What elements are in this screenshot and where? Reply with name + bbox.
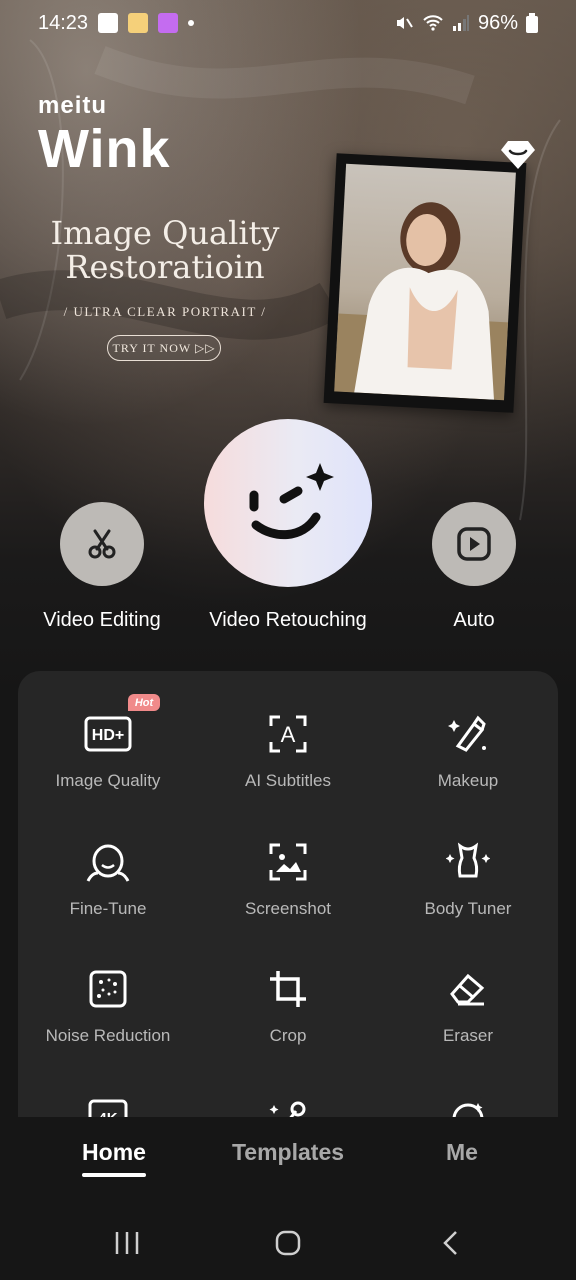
lipstick-icon bbox=[444, 713, 492, 755]
promo-subtitle: / ULTRA CLEAR PORTRAIT / bbox=[63, 304, 267, 319]
battery-percent: 96% bbox=[477, 11, 518, 34]
video-editing-label: Video Editing bbox=[43, 609, 161, 631]
video-editing-button[interactable] bbox=[60, 502, 144, 586]
tool-crop[interactable]: Crop bbox=[198, 926, 378, 1046]
eraser-icon bbox=[444, 968, 492, 1010]
promo-title-line2: Restoratioin bbox=[65, 248, 265, 286]
magic-brush-icon bbox=[264, 1096, 312, 1117]
mute-icon bbox=[396, 17, 413, 29]
screenshot-icon bbox=[264, 841, 312, 883]
video-retouching-button[interactable] bbox=[204, 419, 372, 587]
tool-label: Noise Reduction bbox=[45, 1026, 171, 1045]
tool-label: Body Tuner bbox=[424, 899, 512, 918]
try-it-now-button[interactable]: TRY IT NOW ▷▷ bbox=[107, 335, 221, 361]
auto-button[interactable] bbox=[432, 502, 516, 586]
hot-badge: Hot bbox=[128, 694, 160, 711]
system-navigation-bar bbox=[0, 1207, 576, 1280]
home-icon[interactable] bbox=[275, 1229, 301, 1257]
active-tab-indicator bbox=[82, 1173, 146, 1177]
svg-text:4K: 4K bbox=[98, 1110, 117, 1117]
tool-ai-subtitles[interactable]: A AI Subtitles bbox=[198, 671, 378, 791]
tool-eraser[interactable]: Eraser bbox=[378, 926, 558, 1046]
noise-icon bbox=[84, 968, 132, 1010]
more-notifications-icon bbox=[188, 20, 195, 26]
tool-label: AI Subtitles bbox=[245, 771, 331, 790]
battery-icon bbox=[526, 13, 538, 33]
tool-makeup[interactable]: Makeup bbox=[378, 671, 558, 791]
promo-title-line1: Image Quality bbox=[50, 214, 280, 252]
4k-icon: 4K bbox=[84, 1096, 132, 1117]
tools-panel: Hot HD+ Image Quality A AI Subtitles Mak… bbox=[18, 671, 558, 1117]
refresh-sparkle-icon bbox=[444, 1096, 492, 1117]
tool-auto-enhance[interactable] bbox=[378, 1054, 558, 1117]
app-notification-icon bbox=[128, 13, 149, 33]
meitu-logo: meitu bbox=[38, 92, 108, 119]
svg-text:A: A bbox=[281, 722, 296, 747]
tool-label: Image Quality bbox=[55, 771, 161, 790]
recent-apps-icon[interactable] bbox=[114, 1229, 140, 1257]
portrait-illustration bbox=[334, 202, 509, 401]
vip-diamond-button[interactable] bbox=[500, 138, 536, 172]
svg-text:HD+: HD+ bbox=[92, 727, 124, 744]
tool-label: Eraser bbox=[442, 1026, 494, 1045]
video-retouching-label: Video Retouching bbox=[209, 609, 367, 631]
scissors-icon bbox=[88, 529, 116, 559]
play-icon bbox=[457, 527, 491, 561]
signal-icon bbox=[452, 15, 469, 31]
tool-fine-tune[interactable]: Fine-Tune bbox=[18, 799, 198, 919]
tool-label: Makeup bbox=[437, 771, 499, 790]
tool-image-quality[interactable]: Hot HD+ Image Quality bbox=[18, 671, 198, 791]
tool-body-tuner[interactable]: Body Tuner bbox=[378, 799, 558, 919]
hero-banner[interactable]: 14:23 96% meitu Wink Image Quality Resto… bbox=[0, 0, 576, 700]
face-tune-icon bbox=[84, 841, 132, 883]
hd-plus-icon: HD+ bbox=[84, 713, 132, 755]
tool-label: Screenshot bbox=[245, 899, 331, 918]
tool-4k[interactable]: 4K bbox=[18, 1054, 198, 1117]
tab-home[interactable]: Home bbox=[70, 1139, 158, 1166]
status-bar: 14:23 96% bbox=[0, 0, 576, 46]
bottom-navigation: Home Templates Me bbox=[0, 1117, 576, 1197]
wink-logo: Wink bbox=[38, 119, 171, 179]
diamond-icon bbox=[501, 141, 535, 169]
clock: 14:23 bbox=[38, 11, 89, 34]
camera-notification-icon bbox=[158, 13, 179, 33]
tab-templates[interactable]: Templates bbox=[218, 1139, 358, 1166]
crop-icon bbox=[264, 968, 312, 1010]
tool-label: Crop bbox=[269, 1026, 307, 1045]
tool-magic-wand[interactable] bbox=[198, 1054, 378, 1117]
wifi-icon bbox=[423, 15, 443, 31]
body-icon bbox=[444, 841, 492, 883]
tool-label: Fine-Tune bbox=[69, 899, 147, 918]
tool-noise-reduction[interactable]: Noise Reduction bbox=[18, 926, 198, 1046]
subtitle-a-icon: A bbox=[264, 713, 312, 755]
portrait-photo bbox=[323, 153, 527, 413]
tab-me[interactable]: Me bbox=[422, 1139, 502, 1166]
promo-title: Image Quality Restoratioin bbox=[40, 216, 290, 284]
wink-face-icon bbox=[249, 463, 334, 540]
tool-screenshot[interactable]: Screenshot bbox=[198, 799, 378, 919]
gallery-notification-icon bbox=[98, 13, 119, 33]
auto-label: Auto bbox=[453, 609, 495, 631]
back-icon[interactable] bbox=[440, 1229, 462, 1257]
